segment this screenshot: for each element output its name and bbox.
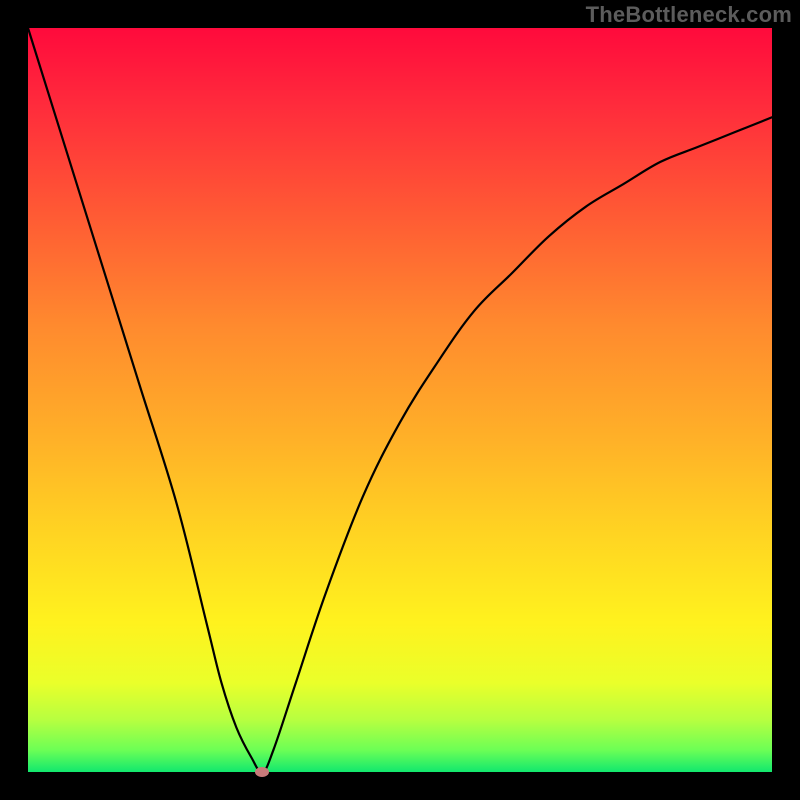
watermark-text: TheBottleneck.com — [586, 2, 792, 28]
bottleneck-curve — [28, 28, 772, 772]
chart-frame: TheBottleneck.com — [0, 0, 800, 800]
minimum-marker — [255, 767, 269, 777]
plot-area — [28, 28, 772, 772]
